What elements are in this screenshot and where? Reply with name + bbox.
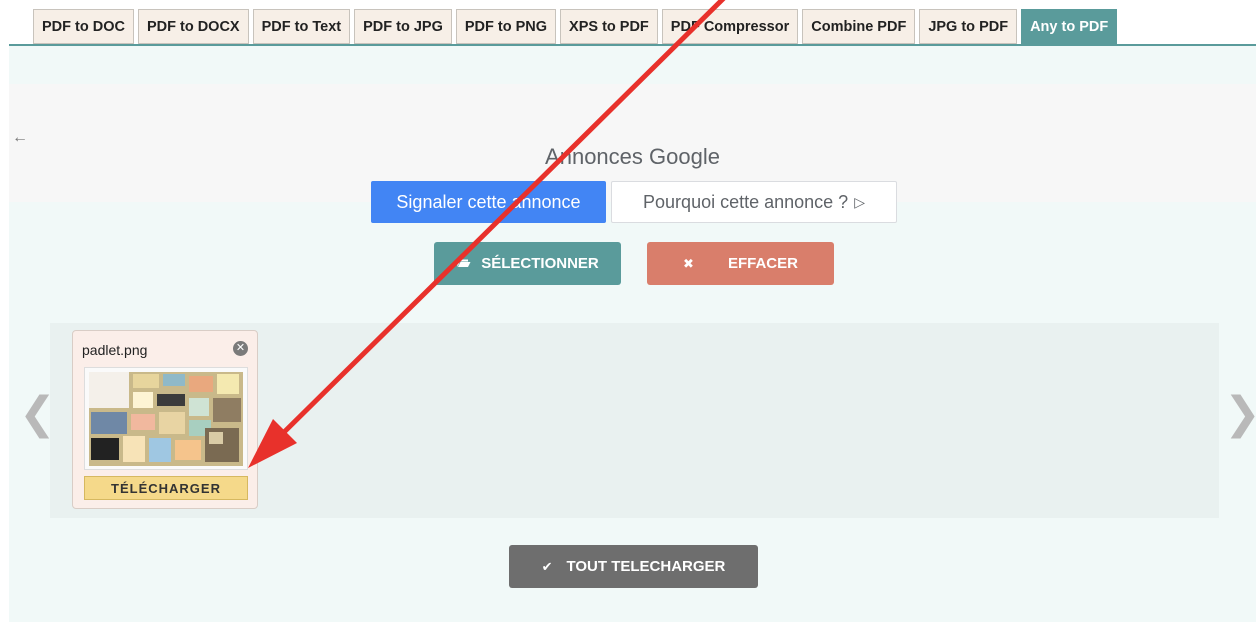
tab-pdf-to-doc[interactable]: PDF to DOC [33,9,134,44]
download-button[interactable]: TÉLÉCHARGER [84,476,248,500]
tab-any-to-pdf[interactable]: Any to PDF [1021,9,1118,44]
tab-pdf-to-png[interactable]: PDF to PNG [455,9,557,44]
select-label: SÉLECTIONNER [481,255,599,272]
select-button[interactable]: SÉLECTIONNER [434,242,621,285]
file-thumbnail [84,367,248,470]
tab-bar: PDF to DOC PDF to DOCX PDF to Text PDF t… [33,9,1121,44]
download-all-label: TOUT TELECHARGER [566,558,726,575]
ad-area: ← Annonces Google Signaler cette annonce… [9,84,1256,223]
ads-label: Annonces Google [545,144,720,169]
checkmark-icon: ✔ [541,558,553,574]
tab-xps-to-pdf[interactable]: XPS to PDF [560,9,658,44]
chevron-right-icon[interactable]: ❯ [1224,392,1256,436]
tab-pdf-to-jpg[interactable]: PDF to JPG [354,9,452,44]
report-ad-button[interactable]: Signaler cette annonce [371,181,606,223]
tab-pdf-to-docx[interactable]: PDF to DOCX [137,9,249,44]
play-icon: ▷ [854,193,865,210]
clear-button[interactable]: ✖ EFFACER [647,242,834,285]
close-circle-icon[interactable]: ✕ [233,341,248,356]
tab-combine-pdf[interactable]: Combine PDF [802,9,916,44]
tab-pdf-compressor[interactable]: PDF Compressor [661,9,799,44]
main-panel: ← Annonces Google Signaler cette annonce… [9,44,1256,622]
clear-label: EFFACER [727,255,798,272]
tab-jpg-to-pdf[interactable]: JPG to PDF [919,9,1018,44]
file-name: padlet.png [82,342,148,358]
file-card: padlet.png ✕ TÉLÉCHARGER [72,330,258,509]
close-icon: ✖ [683,255,694,271]
download-all-button[interactable]: ✔ TOUT TELECHARGER [509,545,758,588]
folder-open-icon [456,256,471,271]
chevron-left-icon[interactable]: ❮ [19,392,56,436]
tab-pdf-to-text[interactable]: PDF to Text [252,9,351,44]
why-this-ad-label: Pourquoi cette annonce ? [643,191,849,212]
why-this-ad-button[interactable]: Pourquoi cette annonce ? ▷ [611,181,897,223]
